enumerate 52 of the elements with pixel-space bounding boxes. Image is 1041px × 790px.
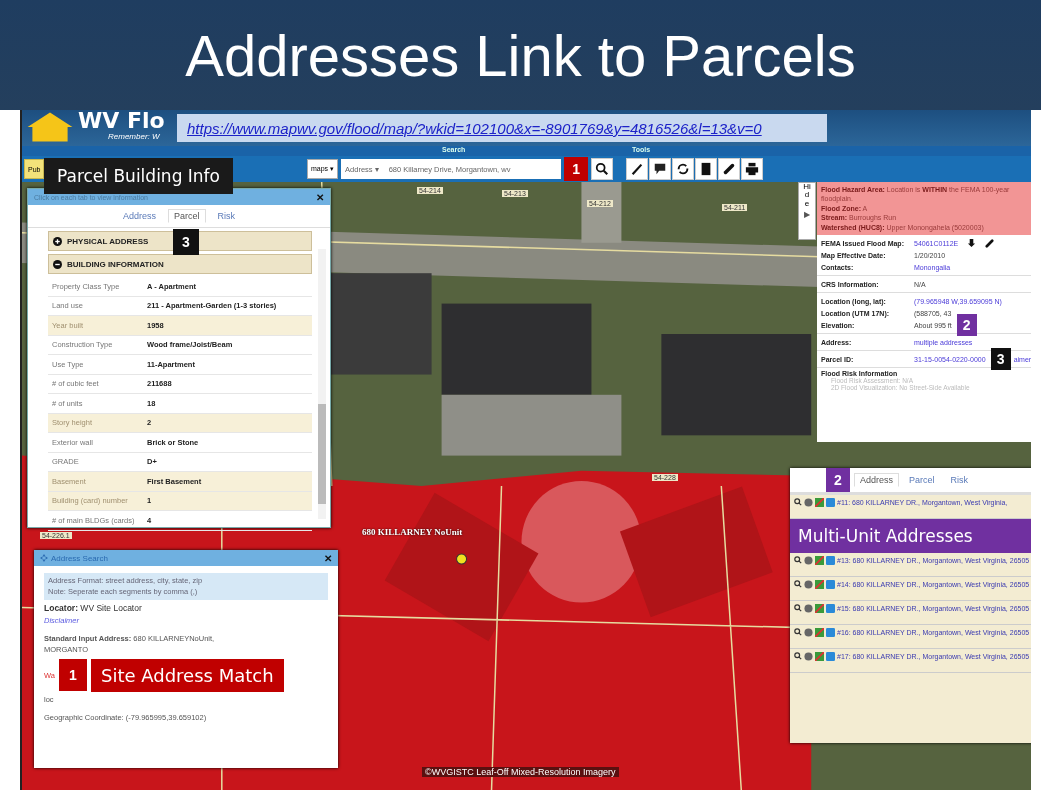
- section-title: BUILDING INFORMATION: [67, 259, 164, 269]
- imagery-credit: ©WVGISTC Leaf-Off Mixed-Resolution Imagery: [422, 767, 619, 777]
- app-logo-text: WV Flo: [78, 110, 165, 132]
- expand-arrow[interactable]: ▶: [804, 210, 810, 220]
- globe-icon[interactable]: [804, 604, 813, 613]
- download-icon[interactable]: [967, 238, 977, 248]
- number-badge: 3: [173, 229, 199, 255]
- scrollbar[interactable]: [318, 249, 326, 519]
- number-badge: 3: [990, 348, 1011, 371]
- globe-icon[interactable]: [804, 498, 813, 507]
- panel-tab[interactable]: Address: [116, 209, 162, 223]
- map-url-link[interactable]: https://www.mapwv.gov/flood/map/?wkid=102100&x=-8901769&y=4816526&l=13&v=0: [187, 119, 762, 137]
- comment-icon[interactable]: [649, 158, 672, 180]
- close-button[interactable]: ✕: [316, 191, 324, 203]
- locator-text: Locator: WV Site Locator: [44, 603, 143, 613]
- panel-title: Address Search: [51, 553, 108, 563]
- slide-title: Addresses Link to Parcels: [185, 21, 856, 89]
- zoom-icon[interactable]: [794, 604, 802, 612]
- callout-label: Parcel Building Info: [44, 158, 233, 194]
- panel-tab[interactable]: Address: [854, 473, 900, 487]
- number-badge: 1: [564, 157, 589, 181]
- address-marker-label: 680 KILLARNEY NoUnit: [362, 527, 463, 537]
- panel-tab[interactable]: Parcel: [903, 473, 941, 487]
- section-title: PHYSICAL ADDRESS: [67, 236, 149, 246]
- zoom-icon[interactable]: [794, 556, 802, 564]
- globe-icon[interactable]: [804, 556, 813, 565]
- move-icon: [40, 554, 48, 562]
- globe-icon[interactable]: [804, 628, 813, 637]
- number-badge: 1: [59, 659, 87, 691]
- app-tagline: Remember: W: [107, 132, 161, 141]
- panel-tab[interactable]: Risk: [211, 209, 241, 223]
- zoom-icon[interactable]: [794, 652, 802, 660]
- panel-tab[interactable]: Parcel: [168, 209, 206, 223]
- callout-label: Multi-Unit Addresses: [790, 519, 1031, 553]
- number-badge: 2: [956, 314, 977, 337]
- callout-label: Site Address Match: [91, 658, 284, 692]
- hide-label: Hide: [803, 183, 811, 209]
- globe-icon[interactable]: [804, 652, 813, 661]
- print-icon[interactable]: [741, 158, 764, 180]
- search-icon[interactable]: [591, 158, 614, 180]
- hide-panel-tab[interactable]: Hide ▶: [798, 182, 816, 240]
- zoom-icon[interactable]: [794, 628, 802, 636]
- number-badge: 2: [826, 468, 850, 492]
- house-logo-icon: [26, 110, 74, 144]
- zoom-icon[interactable]: [794, 580, 802, 588]
- globe-icon[interactable]: [804, 580, 813, 589]
- zoom-icon[interactable]: [794, 498, 802, 506]
- panel-tab[interactable]: Risk: [944, 473, 975, 487]
- refresh-icon[interactable]: [672, 158, 695, 180]
- document-icon[interactable]: [695, 158, 718, 180]
- close-button[interactable]: ✕: [324, 552, 332, 564]
- section-header[interactable]: BUILDING INFORMATION: [48, 254, 312, 274]
